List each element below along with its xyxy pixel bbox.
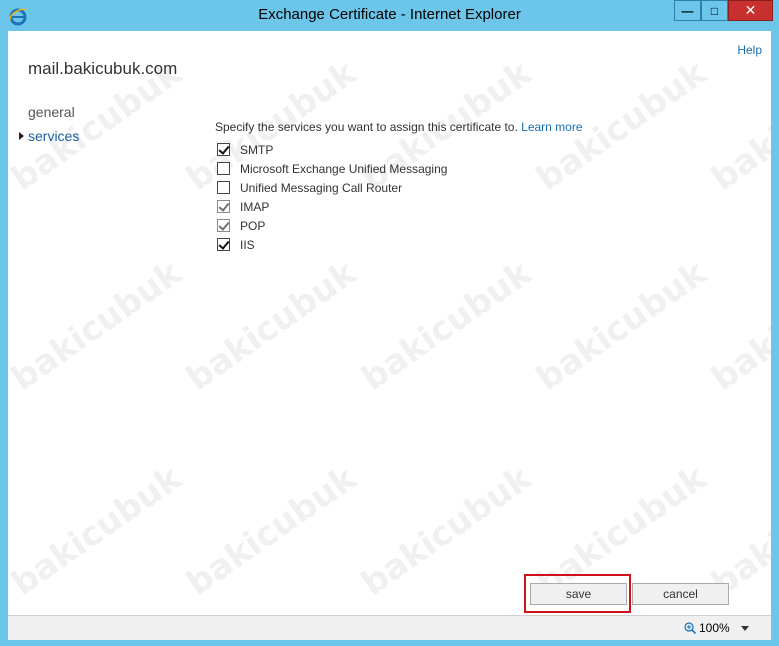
service-checkbox <box>217 219 230 232</box>
service-option[interactable]: IMAP <box>217 197 447 216</box>
minimize-button[interactable]: — <box>674 0 701 21</box>
service-option[interactable]: SMTP <box>217 140 447 159</box>
title-bar[interactable]: Exchange Certificate - Internet Explorer… <box>0 0 779 31</box>
service-checkbox[interactable] <box>217 162 230 175</box>
save-highlight-box <box>524 574 631 613</box>
nav-item-general[interactable]: general <box>28 104 75 120</box>
page-title: mail.bakicubuk.com <box>28 59 178 78</box>
watermark-text: bakicubuk <box>179 253 364 399</box>
watermark-text: bakicubuk <box>8 458 189 604</box>
service-option[interactable]: POP <box>217 216 447 235</box>
service-label: Microsoft Exchange Unified Messaging <box>240 161 448 176</box>
nav-selected-arrow-icon <box>19 132 24 140</box>
services-checkbox-list: SMTP Microsoft Exchange Unified Messaging… <box>217 140 447 254</box>
service-label: IMAP <box>240 199 270 214</box>
watermark-text: bakicubuk <box>704 53 771 199</box>
service-checkbox[interactable] <box>217 143 230 156</box>
window-title: Exchange Certificate - Internet Explorer <box>258 6 521 23</box>
learn-more-link[interactable]: Learn more <box>521 120 582 134</box>
page-content: bakicubuk bakicubuk bakicubuk bakicubuk baki… <box>8 31 771 615</box>
service-label: IIS <box>240 237 255 252</box>
service-label: Unified Messaging Call Router <box>240 180 403 195</box>
watermark-text: bakicubuk <box>179 458 364 604</box>
watermark-text: bakicubuk <box>8 253 189 399</box>
checkmark-icon <box>218 238 230 250</box>
service-option[interactable]: Unified Messaging Call Router <box>217 178 447 197</box>
zoom-icon <box>684 622 696 634</box>
instruction-label: Specify the services you want to assign … <box>215 120 518 134</box>
status-bar: 100% <box>8 615 771 640</box>
watermark-text: bakicubuk <box>354 458 539 604</box>
chevron-down-icon[interactable] <box>741 626 749 631</box>
browser-window: Exchange Certificate - Internet Explorer… <box>0 0 779 646</box>
close-button[interactable]: ✕ <box>728 0 773 21</box>
help-link[interactable]: Help <box>737 43 762 57</box>
zoom-control[interactable]: 100% <box>684 621 730 635</box>
service-option[interactable]: Microsoft Exchange Unified Messaging <box>217 159 447 178</box>
zoom-level: 100% <box>699 621 730 635</box>
service-option[interactable]: IIS <box>217 235 447 254</box>
maximize-button[interactable]: □ <box>701 0 728 21</box>
service-label: SMTP <box>240 142 274 157</box>
cancel-button[interactable]: cancel <box>632 583 729 605</box>
instruction-text: Specify the services you want to assign … <box>215 120 583 134</box>
service-checkbox <box>217 200 230 213</box>
checkmark-icon <box>218 219 230 231</box>
service-label: POP <box>240 218 266 233</box>
service-checkbox[interactable] <box>217 238 230 251</box>
watermark-text: bakicubuk <box>529 253 714 399</box>
watermark-text: bakicubuk <box>704 253 771 399</box>
checkmark-icon <box>218 200 230 212</box>
service-checkbox[interactable] <box>217 181 230 194</box>
watermark-text: bakicubuk <box>354 253 539 399</box>
nav-item-services[interactable]: services <box>28 128 79 144</box>
checkmark-icon <box>218 143 230 155</box>
